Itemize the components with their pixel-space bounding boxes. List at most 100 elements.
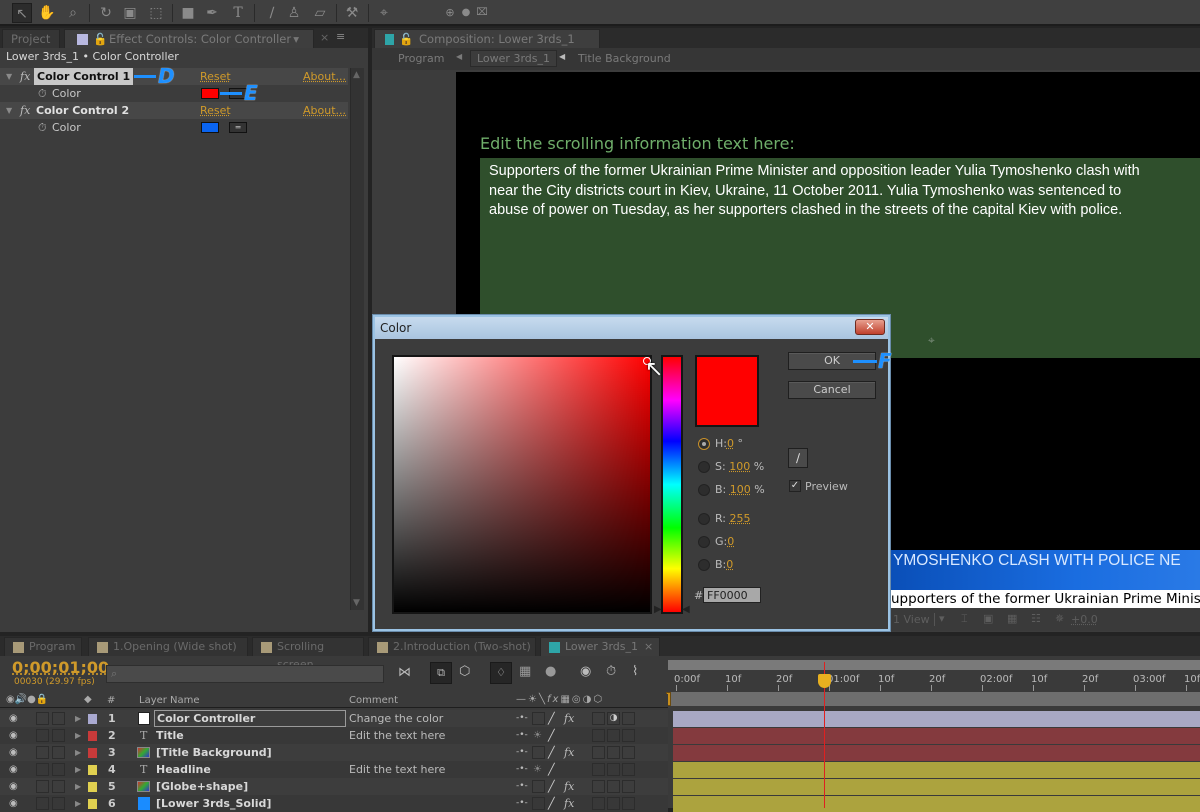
- vertical-scrollbar[interactable]: ▲ ▼: [350, 68, 364, 610]
- expand-triangle-icon[interactable]: ▶: [75, 744, 81, 761]
- quality-switch-icon[interactable]: ☀: [533, 727, 542, 744]
- view-axis-icon[interactable]: ⌧: [472, 3, 492, 23]
- auto-keyframe-icon[interactable]: ⏱: [606, 664, 616, 679]
- shy-layers-icon[interactable]: ♢: [490, 662, 512, 684]
- visibility-eye-icon[interactable]: ◉: [9, 795, 18, 812]
- layer-name[interactable]: [Lower 3rds_Solid]: [154, 795, 344, 812]
- lock-toggle[interactable]: [52, 780, 65, 793]
- timeline-icon[interactable]: ▦: [1007, 612, 1017, 625]
- rectangle-tool-icon[interactable]: ■: [178, 3, 198, 23]
- eyedropper-button[interactable]: ∕: [788, 448, 808, 468]
- label-color[interactable]: [88, 714, 97, 724]
- chevron-down-icon[interactable]: ▾: [939, 612, 945, 625]
- hue-value[interactable]: 0: [727, 437, 734, 450]
- frame-blending-icon[interactable]: ▦: [519, 664, 531, 679]
- lock-icon[interactable]: 🔓: [93, 30, 107, 48]
- layer-row[interactable]: ◉ ▶ 6 [Lower 3rds_Solid] -•- ╱ fx: [0, 795, 668, 812]
- layer-duration-bar[interactable]: [673, 796, 1200, 812]
- hex-input[interactable]: [703, 587, 761, 603]
- quality-switch-icon[interactable]: ╱: [548, 710, 555, 727]
- layer-comment[interactable]: Edit the text here: [349, 761, 445, 778]
- label-color[interactable]: [88, 748, 97, 758]
- quality-switch-icon[interactable]: ╱: [548, 795, 555, 812]
- 3d-layer-switch[interactable]: [622, 746, 635, 759]
- expand-triangle-icon[interactable]: ▶: [75, 727, 81, 744]
- 3d-layer-switch[interactable]: [622, 712, 635, 725]
- rotation-tool-icon[interactable]: ↻: [96, 3, 116, 23]
- timeline-tab-scrolling[interactable]: Scrolling screen: [252, 637, 364, 671]
- collapse-switch[interactable]: [532, 780, 545, 793]
- layer-duration-bar[interactable]: [673, 728, 1200, 744]
- layer-duration-bar[interactable]: [673, 711, 1200, 727]
- quality-switch-icon[interactable]: ╱: [548, 744, 555, 761]
- column-layer-name[interactable]: Layer Name: [139, 695, 200, 706]
- preview-checkbox[interactable]: ✓: [789, 480, 801, 492]
- adjustment-layer-switch[interactable]: [607, 746, 620, 759]
- solo-toggle[interactable]: [36, 729, 49, 742]
- visibility-eye-icon[interactable]: ◉: [9, 761, 18, 778]
- solo-toggle[interactable]: [36, 712, 49, 725]
- puppet-pin-tool-icon[interactable]: ⌖: [374, 3, 394, 23]
- fx-switch-icon[interactable]: fx: [564, 744, 574, 761]
- adjustment-layer-switch[interactable]: ◑: [607, 712, 620, 725]
- lock-toggle[interactable]: [52, 712, 65, 725]
- timeline-tab-opening[interactable]: 1.Opening (Wide shot): [88, 637, 248, 656]
- flowchart-icon[interactable]: ☷: [1031, 612, 1041, 625]
- close-tab-icon[interactable]: ×: [644, 640, 653, 653]
- hue-slider-handle-right[interactable]: ◀: [682, 604, 690, 615]
- layer-name[interactable]: Color Controller: [154, 710, 346, 727]
- fx-switch-icon[interactable]: fx: [564, 710, 574, 727]
- clone-stamp-tool-icon[interactable]: ♙: [284, 3, 304, 23]
- effect-name[interactable]: Color Control 2: [36, 102, 129, 119]
- solo-toggle[interactable]: [36, 746, 49, 759]
- type-tool-icon[interactable]: T: [228, 3, 248, 23]
- layer-row[interactable]: ◉ ▶ 4 T Headline Edit the text here -•- ☀ ╱: [0, 761, 668, 778]
- fx-switch-icon[interactable]: fx: [564, 795, 574, 812]
- quality-switch-icon[interactable]: ╱: [548, 778, 555, 795]
- lock-toggle[interactable]: [52, 797, 65, 810]
- panel-menu-icon[interactable]: ≡: [336, 30, 345, 43]
- camera-tool-icon[interactable]: ▣: [120, 3, 140, 23]
- current-time-indicator-head[interactable]: [818, 674, 831, 688]
- frame-blend-switch[interactable]: [592, 797, 605, 810]
- tab-effect-controls[interactable]: 🔓 Effect Controls: Color Controller ▾: [64, 29, 314, 48]
- label-color[interactable]: [88, 782, 97, 792]
- 3d-layer-switch[interactable]: [622, 780, 635, 793]
- effect-row-color-control-2[interactable]: ▼ fx Color Control 2 Reset About...: [0, 102, 348, 119]
- view-layout-select[interactable]: 1 View: [893, 613, 935, 626]
- lock-toggle[interactable]: [52, 729, 65, 742]
- solo-toggle[interactable]: [36, 797, 49, 810]
- fx-icon[interactable]: fx: [20, 102, 30, 119]
- toggle-pixel-icon[interactable]: ⌶: [961, 612, 968, 626]
- label-color[interactable]: [88, 731, 97, 741]
- close-button[interactable]: ✕: [855, 319, 885, 335]
- expand-triangle-icon[interactable]: ▶: [75, 710, 81, 727]
- shy-switch-icon[interactable]: -•-: [516, 710, 528, 727]
- fast-previews-icon[interactable]: ▣: [983, 612, 993, 625]
- reset-link[interactable]: Reset: [200, 68, 231, 85]
- about-link[interactable]: About...: [303, 68, 346, 85]
- live-update-icon[interactable]: ⧉: [430, 662, 452, 684]
- brush-tool-icon[interactable]: ∕: [262, 3, 282, 23]
- label-color[interactable]: [88, 765, 97, 775]
- adjustment-layer-switch[interactable]: [607, 729, 620, 742]
- hue-slider-handle-left[interactable]: ▶: [654, 604, 662, 615]
- shy-switch-icon[interactable]: -•-: [516, 727, 528, 744]
- hand-tool-icon[interactable]: ✋: [37, 3, 57, 23]
- column-comment[interactable]: Comment: [349, 695, 398, 706]
- layer-row[interactable]: ◉ ▶ 3 [Title Background] -•- ╱ fx: [0, 744, 668, 761]
- layer-name[interactable]: Title: [154, 727, 344, 744]
- roto-brush-tool-icon[interactable]: ⚒: [342, 3, 362, 23]
- blue-value[interactable]: 0: [726, 558, 733, 571]
- 3d-layer-switch[interactable]: [622, 763, 635, 776]
- collapse-switch[interactable]: [532, 797, 545, 810]
- pen-tool-icon[interactable]: ✒: [202, 3, 222, 23]
- layer-comment[interactable]: Change the color: [349, 710, 443, 727]
- layer-duration-bar[interactable]: [673, 745, 1200, 761]
- comp-mini-flowchart-icon[interactable]: ⋈: [398, 665, 411, 680]
- expand-triangle-icon[interactable]: ▶: [75, 795, 81, 812]
- frame-blend-switch[interactable]: [592, 746, 605, 759]
- quality-switch-icon[interactable]: ╱: [548, 727, 555, 744]
- brainstorm-icon[interactable]: ◉: [580, 664, 591, 679]
- timeline-tab-introduction[interactable]: 2.Introduction (Two-shot): [368, 637, 536, 656]
